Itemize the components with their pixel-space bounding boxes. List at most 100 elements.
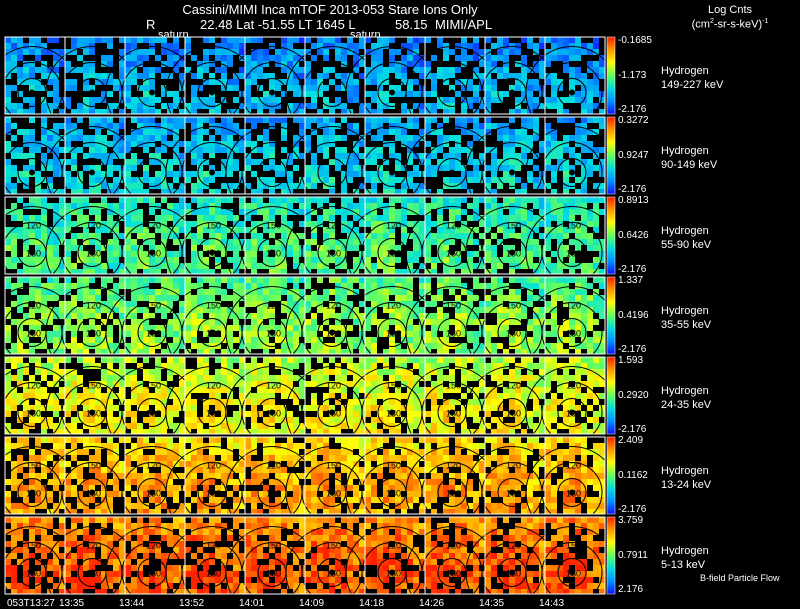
heat-cell xyxy=(269,79,275,85)
heat-cell xyxy=(173,245,179,251)
heat-cell xyxy=(593,215,599,221)
heat-cell xyxy=(431,43,437,49)
heat-cell xyxy=(167,295,173,301)
heat-cell xyxy=(527,117,533,123)
heat-cell xyxy=(59,129,65,135)
heat-cell xyxy=(431,79,437,85)
heat-cell xyxy=(305,85,311,91)
heat-cell xyxy=(437,197,443,203)
heat-cell xyxy=(215,209,221,215)
heat-cell xyxy=(353,197,359,203)
heat-cell xyxy=(503,233,509,239)
heat-cell xyxy=(197,103,203,109)
heat-cell xyxy=(239,209,245,215)
heat-cell xyxy=(581,263,587,269)
heat-cell xyxy=(299,109,305,114)
heat-cell xyxy=(5,61,11,67)
contour-label: 180 xyxy=(506,248,521,258)
heat-cell xyxy=(395,135,401,141)
heat-cell xyxy=(359,153,365,159)
heat-cell xyxy=(53,251,59,257)
heat-cell xyxy=(413,123,419,129)
heat-cell xyxy=(593,37,599,43)
heat-cell xyxy=(527,257,533,263)
heat-cell xyxy=(497,37,503,43)
heat-cell xyxy=(293,171,299,177)
heat-cell xyxy=(251,257,257,263)
heat-cell xyxy=(299,209,305,215)
heat-cell xyxy=(551,103,557,109)
heat-cell xyxy=(545,97,551,103)
heat-cell xyxy=(233,55,239,61)
heat-cell xyxy=(587,153,593,159)
heat-cell xyxy=(125,117,131,123)
heat-cell xyxy=(131,79,137,85)
heat-cell xyxy=(287,277,293,283)
heat-cell xyxy=(365,123,371,129)
heat-cell xyxy=(335,171,341,177)
heat-cell xyxy=(311,165,317,171)
heat-cell xyxy=(497,109,503,114)
heat-cell xyxy=(155,123,161,129)
heat-cell xyxy=(455,73,461,79)
heat-cell xyxy=(497,215,503,221)
heat-cell xyxy=(47,135,53,141)
heat-cell xyxy=(323,197,329,203)
heat-cell xyxy=(437,135,443,141)
heat-cell xyxy=(161,343,167,349)
heat-cell xyxy=(395,147,401,153)
heat-cell xyxy=(317,135,323,141)
heat-cell xyxy=(311,239,317,245)
heat-cell xyxy=(485,159,491,165)
heat-cell xyxy=(473,177,479,183)
heat-cell xyxy=(395,289,401,295)
heat-cell xyxy=(485,97,491,103)
heat-cell xyxy=(539,203,545,209)
heat-cell xyxy=(467,165,473,171)
heat-cell xyxy=(155,165,161,171)
heat-cell xyxy=(131,159,137,165)
heat-cell xyxy=(107,117,113,123)
heat-cell xyxy=(467,141,473,147)
heat-cell xyxy=(437,215,443,221)
heat-cell xyxy=(41,313,47,319)
heat-cell xyxy=(239,313,245,319)
heat-cell xyxy=(5,257,11,263)
heat-cell xyxy=(419,289,425,295)
heat-cell xyxy=(161,67,167,73)
heat-cell xyxy=(287,61,293,67)
heat-cell xyxy=(497,233,503,239)
heat-cell xyxy=(275,189,281,194)
heat-cell xyxy=(449,147,455,153)
heat-cell xyxy=(347,301,353,307)
heat-cell xyxy=(71,117,77,123)
heat-cell xyxy=(527,123,533,129)
heat-cell xyxy=(311,177,317,183)
heat-cell xyxy=(503,37,509,43)
heat-cell xyxy=(185,295,191,301)
heat-cell xyxy=(95,55,101,61)
heat-cell xyxy=(95,73,101,79)
heat-cell xyxy=(59,43,65,49)
heat-cell xyxy=(143,153,149,159)
heat-cell xyxy=(65,295,71,301)
heat-cell xyxy=(581,209,587,215)
heat-cell xyxy=(53,43,59,49)
heat-cell xyxy=(575,117,581,123)
heat-cell xyxy=(599,43,605,49)
heat-cell xyxy=(329,61,335,67)
heat-cell xyxy=(239,227,245,233)
heat-cell xyxy=(551,97,557,103)
heat-cell xyxy=(569,147,575,153)
heat-cell xyxy=(71,61,77,67)
heat-cell xyxy=(245,85,251,91)
heat-cell xyxy=(245,177,251,183)
heat-cell xyxy=(23,349,29,354)
heat-cell xyxy=(317,37,323,43)
heat-cell xyxy=(467,97,473,103)
heat-cell xyxy=(443,109,449,114)
heat-cell xyxy=(119,37,125,43)
heat-cell xyxy=(377,277,383,283)
heat-cell xyxy=(353,43,359,49)
heat-cell xyxy=(71,189,77,194)
